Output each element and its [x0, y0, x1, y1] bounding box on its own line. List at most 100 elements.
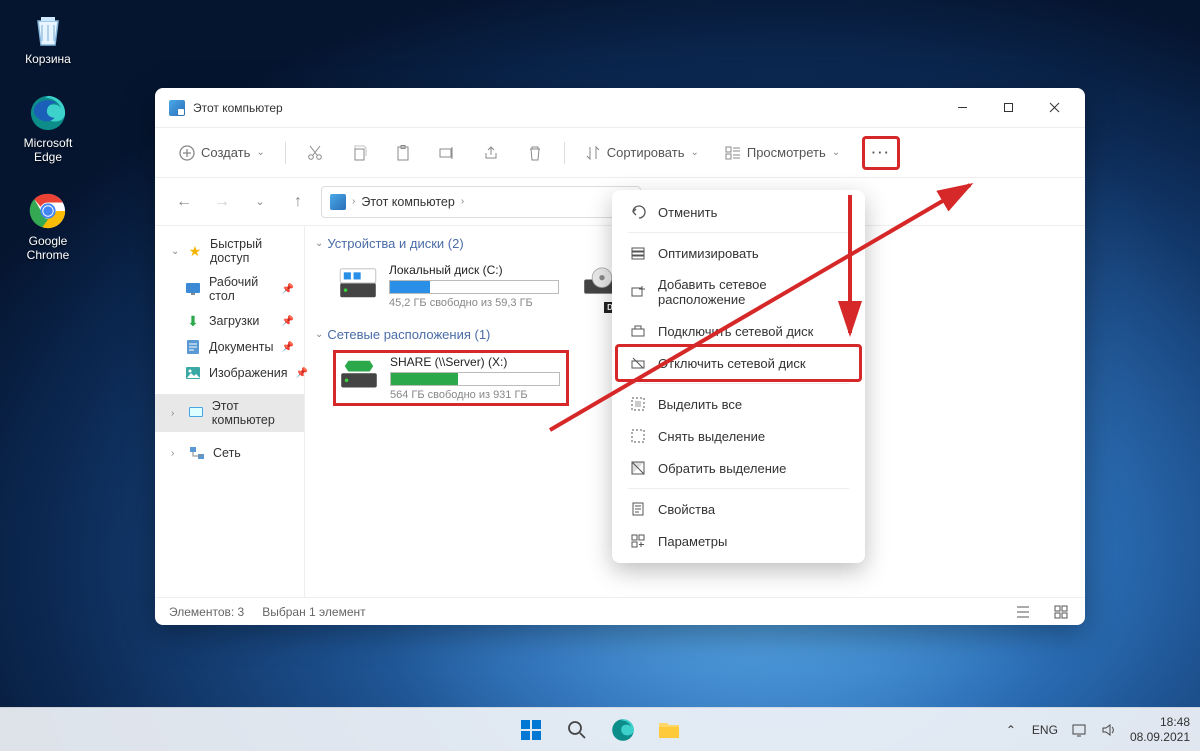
address-bar[interactable]: › Этот компьютер › [321, 186, 641, 218]
up-button[interactable]: ↑ [283, 187, 313, 217]
ctx-item-label: Оптимизировать [658, 246, 759, 261]
pictures-icon [185, 365, 201, 381]
more-icon: ··· [872, 145, 891, 160]
chevron-down-icon: ⌄ [315, 238, 323, 249]
view-button[interactable]: Просмотреть ⌄ [715, 136, 850, 170]
delete-button[interactable] [516, 136, 554, 170]
desktop-icon-label: Microsoft Edge [12, 136, 84, 164]
new-button[interactable]: Создать ⌄ [169, 136, 275, 170]
ctx-item-disconnect-drive[interactable]: Отключить сетевой диск [615, 344, 862, 382]
recent-button[interactable]: ⌄ [245, 187, 275, 217]
back-button[interactable]: ← [169, 187, 199, 217]
chevron-down-icon: ⌄ [690, 147, 698, 158]
status-element-count: Элементов: 3 [169, 605, 244, 619]
clock[interactable]: 18:48 08.09.2021 [1130, 715, 1190, 745]
details-view-button[interactable] [1013, 602, 1033, 622]
drive-item-local-c[interactable]: Локальный диск (C:) 45,2 ГБ свободно из … [333, 259, 563, 313]
this-pc-icon [169, 100, 185, 116]
ctx-item-select-all[interactable]: Выделить все [618, 388, 859, 420]
network-icon [189, 445, 205, 461]
sort-button[interactable]: Сортировать ⌄ [575, 136, 709, 170]
ctx-item-properties[interactable]: Свойства [618, 493, 859, 525]
ctx-item-undo[interactable]: Отменить [618, 196, 859, 228]
pin-icon: 📌 [282, 284, 294, 295]
chevron-down-icon: ⌄ [832, 147, 840, 158]
ctx-item-options[interactable]: Параметры [618, 525, 859, 557]
this-pc-icon [330, 194, 346, 210]
desktop-icon-edge[interactable]: Microsoft Edge [12, 92, 84, 164]
separator [628, 488, 849, 489]
tiles-view-button[interactable] [1051, 602, 1071, 622]
titlebar[interactable]: Этот компьютер [155, 88, 1085, 128]
new-button-label: Создать [201, 145, 250, 160]
rename-button[interactable] [428, 136, 466, 170]
clock-time: 18:48 [1130, 715, 1190, 730]
drive-item-share-x[interactable]: SHARE (\\Server) (X:) 564 ГБ свободно из… [333, 350, 569, 406]
sidebar-item-documents[interactable]: Документы 📌 [155, 334, 304, 360]
language-indicator[interactable]: ENG [1032, 723, 1058, 737]
ctx-item-optimize[interactable]: Оптимизировать [618, 237, 859, 269]
map-drive-icon [630, 323, 646, 339]
edge-icon [27, 92, 69, 134]
statusbar: Элементов: 3 Выбран 1 элемент [155, 597, 1085, 625]
ctx-item-label: Свойства [658, 502, 715, 517]
desktop-icon-recycle-bin[interactable]: Корзина [12, 8, 84, 66]
ctx-item-label: Выделить все [658, 397, 742, 412]
hdd-icon [337, 263, 379, 303]
desktop-icon-chrome[interactable]: Google Chrome [12, 190, 84, 262]
breadcrumb-item[interactable]: Этот компьютер [361, 195, 454, 209]
sidebar-item-label: Быстрый доступ [210, 237, 294, 265]
recycle-bin-icon [27, 8, 69, 50]
forward-button[interactable]: → [207, 187, 237, 217]
select-all-icon [630, 396, 646, 412]
ctx-item-add-net-location[interactable]: Добавить сетевое расположение [618, 269, 859, 315]
sidebar-item-downloads[interactable]: ⬇ Загрузки 📌 [155, 308, 304, 334]
properties-icon [630, 501, 646, 517]
maximize-button[interactable] [985, 92, 1031, 124]
chevron-right-icon: › [461, 196, 464, 207]
drive-usage-bar [390, 372, 560, 386]
ctx-item-map-drive[interactable]: Подключить сетевой диск [618, 315, 859, 347]
ctx-item-invert-selection[interactable]: Обратить выделение [618, 452, 859, 484]
share-button[interactable] [472, 136, 510, 170]
undo-icon [630, 204, 646, 220]
separator [628, 232, 849, 233]
ctx-item-label: Отключить сетевой диск [658, 356, 806, 371]
share-icon [483, 145, 499, 161]
minimize-button[interactable] [939, 92, 985, 124]
rename-icon [439, 145, 455, 161]
desktop-icon-label: Корзина [12, 52, 84, 66]
ctx-item-label: Обратить выделение [658, 461, 786, 476]
chevron-down-icon: ⌄ [256, 147, 264, 158]
close-button[interactable] [1031, 92, 1077, 124]
start-button[interactable] [511, 710, 551, 750]
sidebar-item-quick-access[interactable]: ⌄ ★ Быстрый доступ [155, 232, 304, 270]
ctx-item-select-none[interactable]: Снять выделение [618, 420, 859, 452]
sidebar-item-label: Изображения [209, 366, 288, 380]
sidebar-item-this-pc[interactable]: › Этот компьютер [155, 394, 304, 432]
taskbar-center [511, 710, 689, 750]
network-drive-icon [338, 355, 380, 395]
sidebar-item-desktop[interactable]: Рабочий стол 📌 [155, 270, 304, 308]
tray-chevron-icon[interactable]: ⌃ [1002, 721, 1020, 739]
star-icon: ★ [188, 243, 202, 259]
sidebar-item-network[interactable]: › Сеть [155, 440, 304, 466]
copy-button[interactable] [340, 136, 378, 170]
plus-circle-icon [179, 145, 195, 161]
sidebar-item-label: Рабочий стол [209, 275, 274, 303]
taskbar-edge[interactable] [603, 710, 643, 750]
taskbar-explorer[interactable] [649, 710, 689, 750]
more-button[interactable]: ··· [862, 136, 900, 170]
pin-icon: 📌 [282, 316, 294, 327]
disconnect-drive-icon [630, 355, 646, 371]
network-tray-icon[interactable] [1070, 721, 1088, 739]
add-network-icon [630, 284, 646, 300]
sidebar-item-label: Загрузки [209, 314, 259, 328]
sidebar-item-pictures[interactable]: Изображения 📌 [155, 360, 304, 386]
search-button[interactable] [557, 710, 597, 750]
cut-button[interactable] [296, 136, 334, 170]
invert-selection-icon [630, 460, 646, 476]
volume-tray-icon[interactable] [1100, 721, 1118, 739]
paste-button[interactable] [384, 136, 422, 170]
trash-icon [527, 145, 543, 161]
